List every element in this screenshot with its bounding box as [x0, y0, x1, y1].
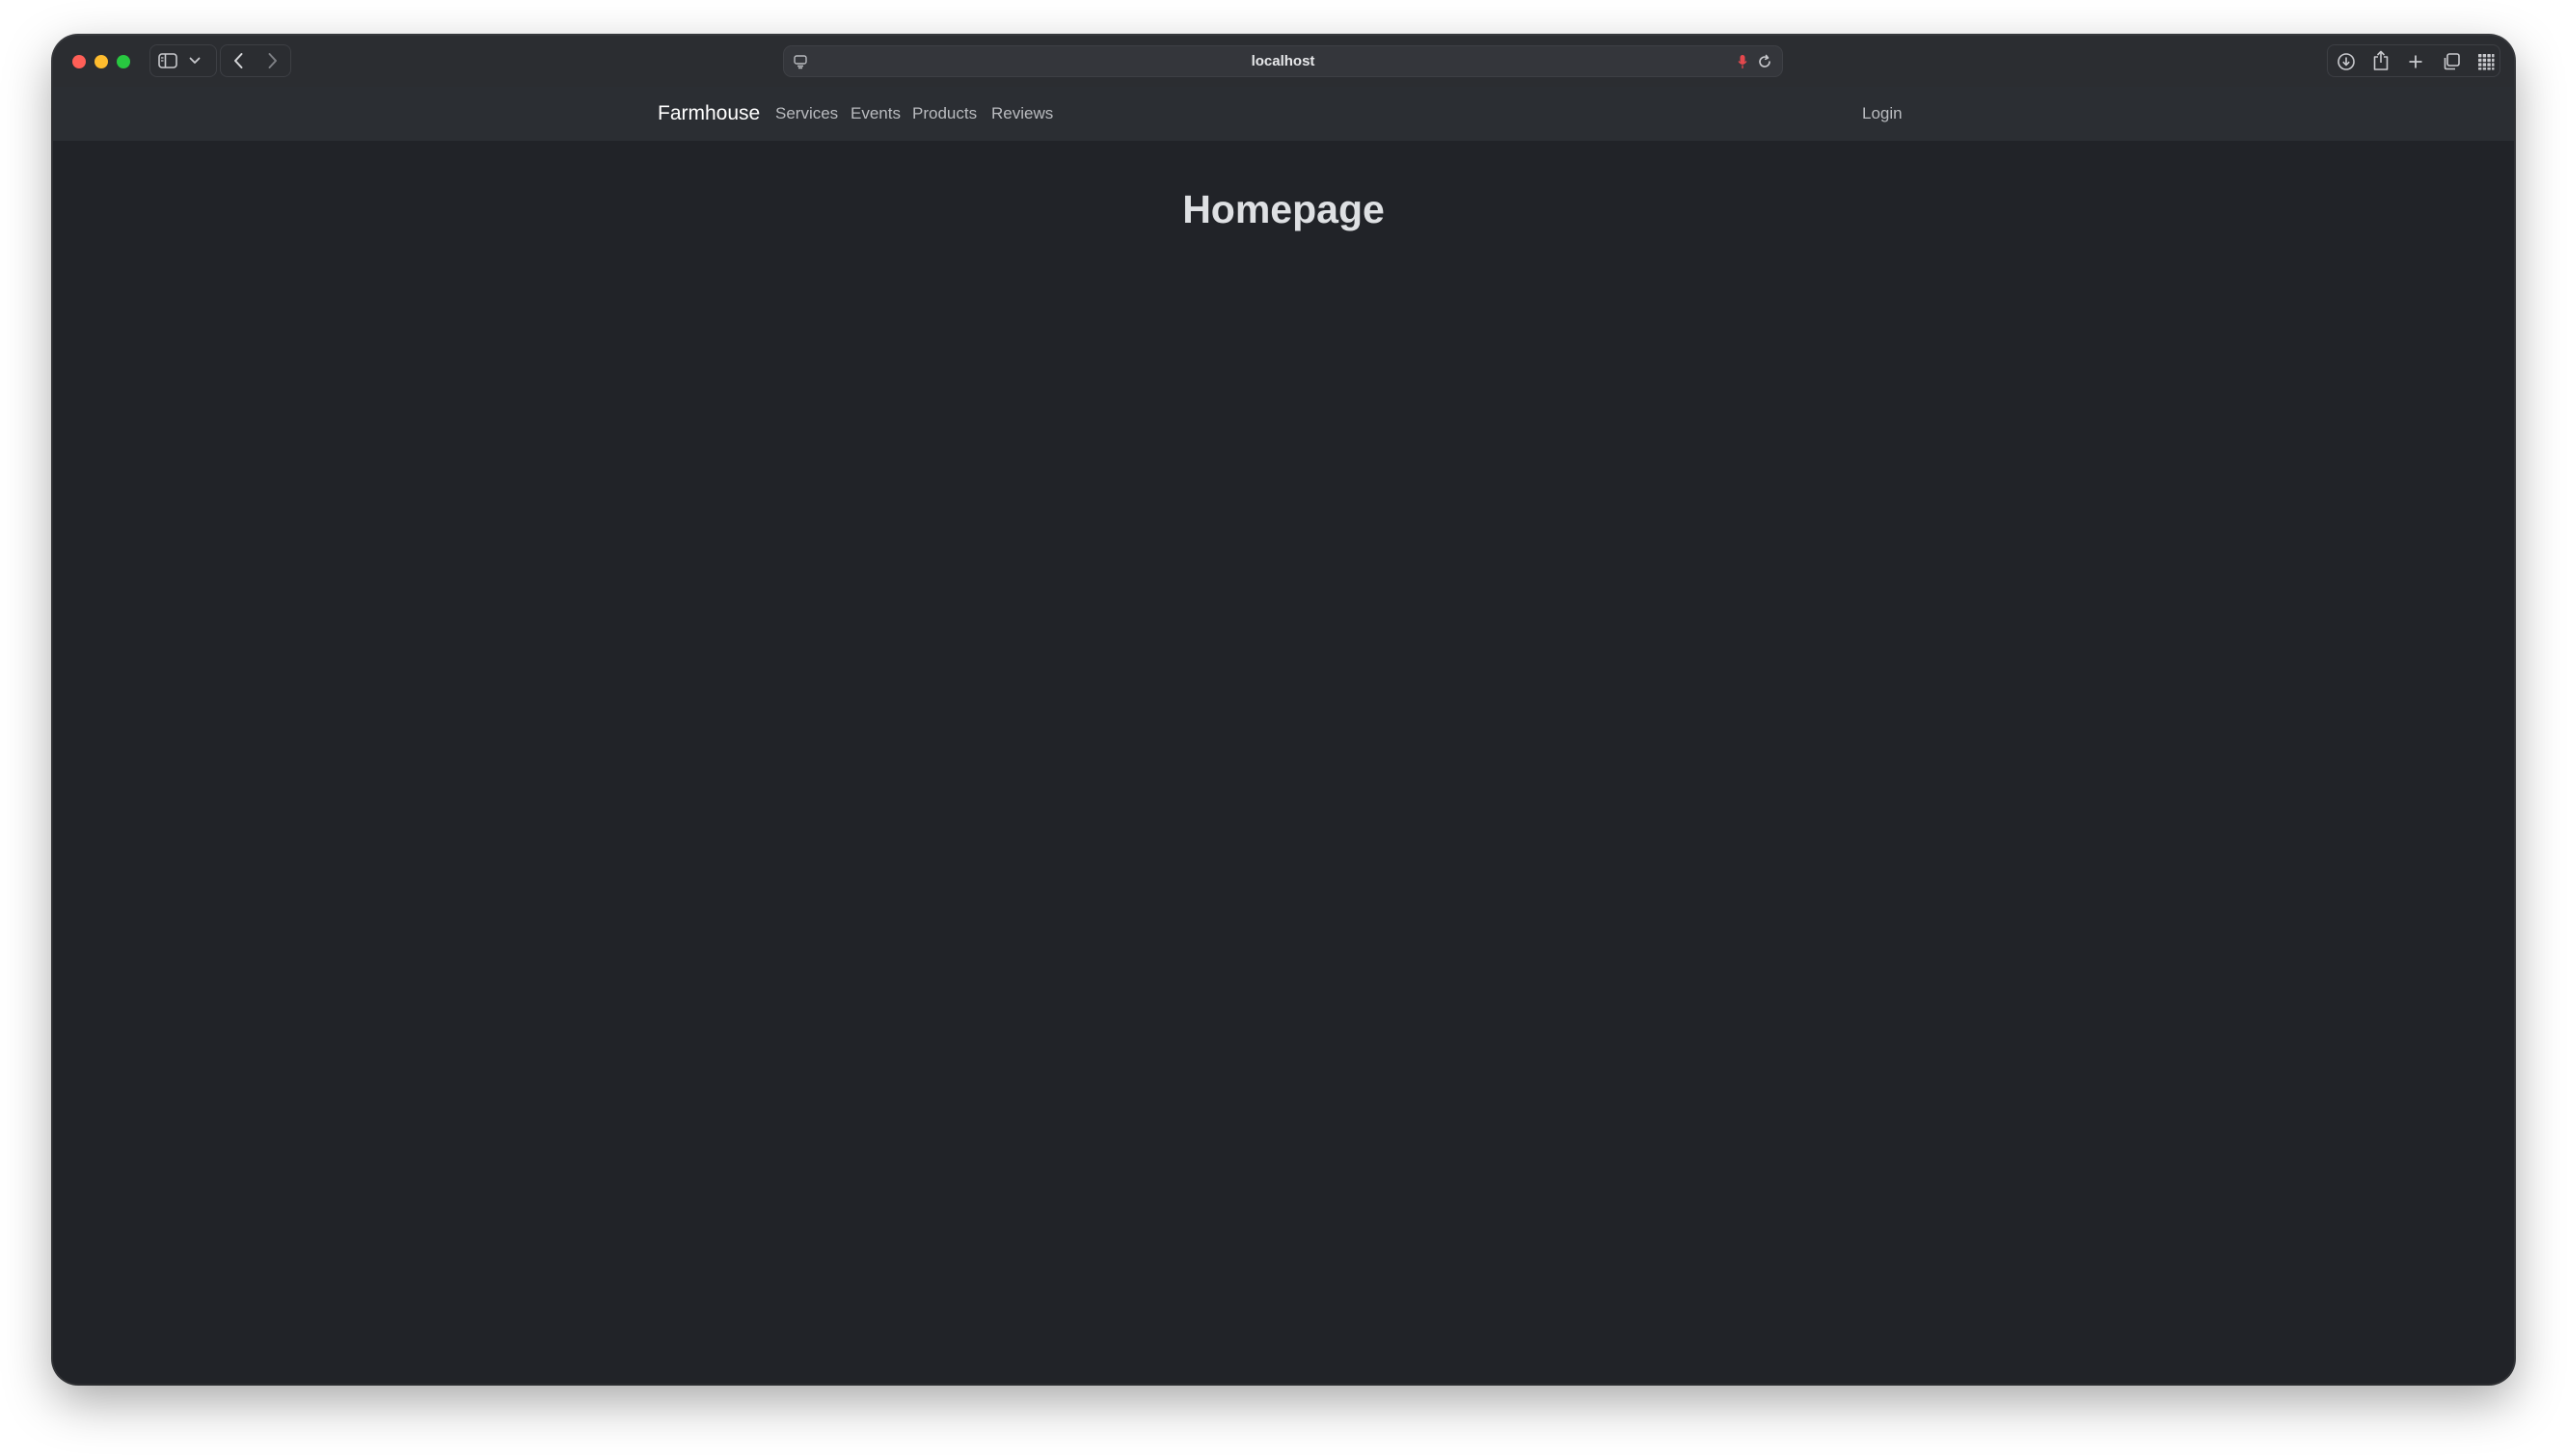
- browser-window: localhost Farmhouse Services Events Prod…: [53, 36, 2514, 1384]
- forward-icon[interactable]: [257, 48, 289, 73]
- chevron-down-icon[interactable]: [184, 52, 205, 69]
- close-window-button[interactable]: [72, 55, 86, 68]
- minimize-window-button[interactable]: [95, 55, 108, 68]
- address-bar[interactable]: localhost: [783, 45, 1783, 77]
- browser-toolbar: localhost: [53, 36, 2514, 87]
- tab-overview-icon[interactable]: [2438, 49, 2465, 74]
- login-link[interactable]: Login: [1862, 87, 1903, 141]
- new-tab-icon[interactable]: [2402, 49, 2429, 74]
- reload-icon[interactable]: [1754, 51, 1775, 72]
- page-title: Homepage: [1182, 187, 1385, 231]
- nav-link-events[interactable]: Events: [851, 87, 901, 141]
- back-icon[interactable]: [222, 48, 255, 73]
- sidebar-icon[interactable]: [155, 50, 180, 71]
- share-icon[interactable]: [2367, 48, 2394, 73]
- nav-link-products[interactable]: Products: [912, 87, 977, 141]
- grid-icon[interactable]: [2472, 49, 2499, 74]
- url-text[interactable]: localhost: [784, 46, 1782, 76]
- microphone-icon[interactable]: [1734, 51, 1751, 72]
- download-icon[interactable]: [2333, 49, 2360, 74]
- maximize-window-button[interactable]: [117, 55, 130, 68]
- site-navbar: Farmhouse Services Events Products Revie…: [53, 87, 2514, 141]
- nav-link-services[interactable]: Services: [775, 87, 838, 141]
- nav-link-reviews[interactable]: Reviews: [991, 87, 1053, 141]
- brand-link[interactable]: Farmhouse: [658, 87, 760, 141]
